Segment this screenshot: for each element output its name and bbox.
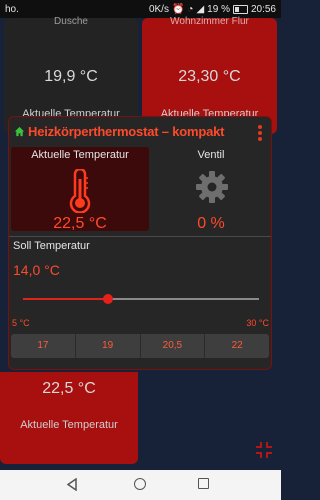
slider-fill	[23, 298, 108, 300]
preset-button[interactable]: 20,5	[139, 334, 205, 358]
preset-button[interactable]: 19	[74, 334, 140, 358]
current-temp-box: Aktuelle Temperatur 22,5 °C	[11, 147, 149, 232]
tile-bottom-left[interactable]: 22,5 °C Aktuelle Temperatur	[0, 372, 138, 464]
home-icon	[14, 126, 25, 137]
navigation-bar	[0, 470, 281, 500]
tile-living-room-value: 23,30 °C	[178, 68, 241, 85]
alarm-icon: ⏰	[171, 3, 185, 15]
network-speed: 0K/s	[148, 3, 169, 15]
battery-icon	[232, 4, 248, 14]
fullscreen-exit-icon[interactable]	[255, 441, 273, 459]
status-left-text: ho.	[5, 3, 19, 15]
preset-buttons: 17 19 20,5 22	[11, 334, 269, 358]
tile-shower-name: Dusche	[54, 16, 88, 27]
valve-value: 0 %	[197, 215, 225, 232]
status-right: 0K/s ⏰ ◔ ◢ 19 % 20:56	[149, 4, 276, 15]
more-vert-icon[interactable]	[257, 124, 263, 141]
card-title: Heizkörperthermostat – kompakt	[28, 124, 225, 139]
current-temp-value: 22,5 °C	[53, 215, 107, 232]
recent-apps-icon[interactable]	[198, 478, 209, 489]
setpoint-value: 14,0 °C	[13, 262, 60, 278]
slider-min-label: 5 °C	[12, 318, 30, 328]
slider-thumb[interactable]	[102, 294, 113, 304]
home-nav-icon[interactable]	[134, 478, 146, 490]
signal-icon: ◢	[196, 3, 205, 15]
slider-max-label: 30 °C	[246, 318, 269, 328]
tile-living-room-name: Wohnzimmer Flur	[170, 16, 249, 27]
preset-button[interactable]: 22	[204, 334, 269, 358]
divider	[9, 236, 271, 237]
tile-bottom-label: Aktuelle Temperatur	[20, 419, 118, 431]
valve-label: Ventil	[197, 149, 225, 161]
current-temp-label: Aktuelle Temperatur	[31, 149, 129, 161]
tile-bottom-value: 22,5 °C	[42, 380, 96, 397]
setpoint-label: Soll Temperatur	[13, 240, 90, 252]
battery-percent: 19 %	[207, 3, 230, 15]
back-icon[interactable]	[66, 478, 78, 491]
clock: 20:56	[250, 3, 276, 15]
wifi-icon: ◔	[187, 3, 194, 15]
setpoint-slider[interactable]	[23, 294, 259, 304]
card-header: Heizkörperthermostat – kompakt	[9, 117, 271, 147]
preset-button[interactable]: 17	[11, 334, 75, 358]
gear-icon	[196, 171, 228, 203]
thermometer-icon	[69, 169, 91, 213]
thermostat-card: Heizkörperthermostat – kompakt Aktuelle …	[8, 116, 272, 370]
tile-shower-value: 19,9 °C	[44, 68, 98, 85]
